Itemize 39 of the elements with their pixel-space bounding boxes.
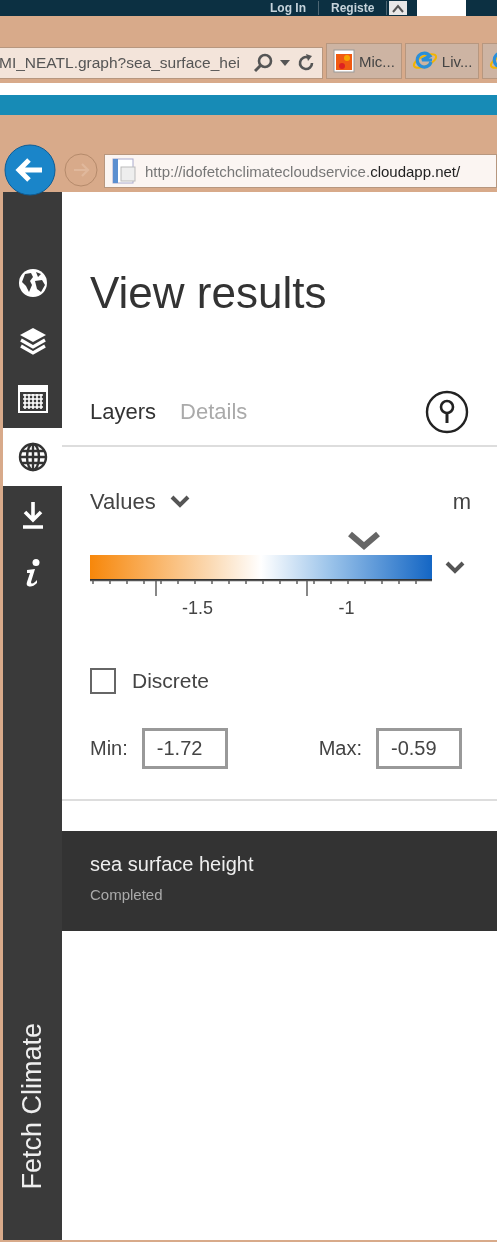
scroll-up-icon[interactable] <box>389 1 408 15</box>
tick-label: -1 <box>337 598 356 620</box>
result-panel[interactable]: sea surface height Completed <box>62 831 497 931</box>
tick-label: -1.5 <box>181 598 214 620</box>
max-label: Max: <box>318 737 362 760</box>
result-name: sea surface height <box>89 852 255 876</box>
checkbox-label: Discrete <box>132 669 210 693</box>
location-pin-icon[interactable] <box>425 390 469 434</box>
header-link[interactable]: Registe <box>319 1 388 15</box>
min-label: Min: <box>90 737 128 760</box>
caret-icon[interactable] <box>280 60 290 66</box>
chevron-down-icon[interactable] <box>445 561 465 575</box>
browser-tab[interactable]: Mic... <box>326 43 402 79</box>
page-panel <box>417 0 467 16</box>
search-icon[interactable] <box>252 52 274 74</box>
result-status: Completed <box>89 885 164 905</box>
page-icon <box>111 157 139 185</box>
page-title: View results <box>89 267 328 319</box>
earth-icon <box>17 268 48 298</box>
sidebar-item[interactable] <box>3 428 62 486</box>
tab[interactable]: Layers <box>90 399 157 425</box>
values-label: Values <box>90 489 156 515</box>
calendar-icon <box>17 384 48 414</box>
min-field[interactable]: -1.72 <box>141 728 228 769</box>
page-icon <box>333 49 355 73</box>
unit-label: m <box>452 489 471 515</box>
layers-icon <box>17 326 48 356</box>
globe-icon <box>17 442 48 472</box>
browser-tab[interactable]: Liv... <box>404 43 480 79</box>
chevron-down-icon[interactable] <box>169 495 190 509</box>
checkbox[interactable] <box>90 668 116 694</box>
header-link[interactable]: Log In <box>258 1 319 15</box>
refresh-icon[interactable] <box>296 53 316 73</box>
max-field[interactable]: -0.59 <box>376 728 462 769</box>
slider-handle[interactable] <box>346 531 381 551</box>
back-button[interactable] <box>4 144 56 196</box>
app-name: Fetch Climate <box>17 1023 48 1190</box>
address-field[interactable]: MI_NEATL.graph?sea_surface_hei <box>0 47 323 79</box>
url-field[interactable]: http://idofetchclimatecloudservice.cloudapp.net/ <box>104 154 497 188</box>
